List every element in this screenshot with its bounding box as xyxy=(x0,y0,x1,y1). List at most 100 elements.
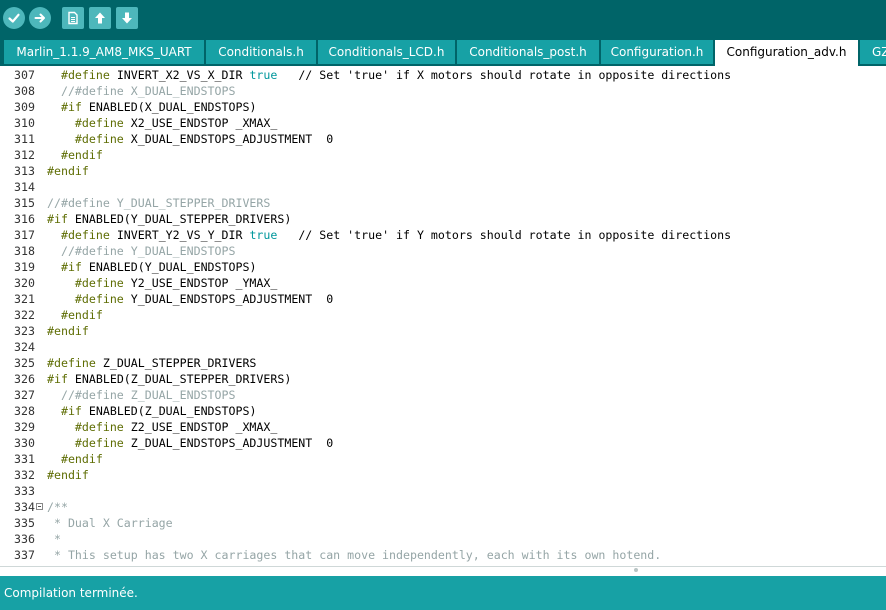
code-line[interactable]: 329 #define Z2_USE_ENDSTOP _XMAX_ xyxy=(0,419,886,435)
line-number: 311 xyxy=(14,132,35,146)
line-number: 326 xyxy=(14,372,35,386)
tab-conditionals[interactable]: Conditionals.h xyxy=(206,40,316,64)
line-number: 313 xyxy=(14,164,35,178)
line-number: 325 xyxy=(14,356,35,370)
code-text: /** xyxy=(47,500,68,514)
tab-conditionals-lcd[interactable]: Conditionals_LCD.h xyxy=(318,40,455,64)
code-line[interactable]: 320 #define Y2_USE_ENDSTOP _YMAX_ xyxy=(0,275,886,291)
line-number: 323 xyxy=(14,324,35,338)
code-line[interactable]: 314 xyxy=(0,179,886,195)
code-text: //#define Y_DUAL_STEPPER_DRIVERS xyxy=(47,196,271,210)
line-number: 309 xyxy=(14,100,35,114)
code-line[interactable]: 317 #define INVERT_Y2_VS_Y_DIR true // S… xyxy=(0,227,886,243)
code-text: #if ENABLED(Y_DUAL_ENDSTOPS) xyxy=(60,260,257,274)
upload-button[interactable] xyxy=(29,7,51,29)
code-text: #if ENABLED(Y_DUAL_STEPPER_DRIVERS) xyxy=(47,212,292,226)
line-number: 330 xyxy=(14,436,35,450)
open-button[interactable] xyxy=(89,7,111,29)
line-number: 332 xyxy=(14,468,35,482)
code-line[interactable]: 328 #if ENABLED(Z_DUAL_ENDSTOPS) xyxy=(0,403,886,419)
tab-configuration[interactable]: Configuration.h xyxy=(601,40,713,64)
verify-button[interactable] xyxy=(3,7,25,29)
code-line[interactable]: 330 #define Z_DUAL_ENDSTOPS_ADJUSTMENT 0 xyxy=(0,435,886,451)
arrow-right-icon xyxy=(34,13,45,23)
code-text: #define Z_DUAL_ENDSTOPS_ADJUSTMENT 0 xyxy=(74,436,334,450)
code-line[interactable]: 331 #endif xyxy=(0,451,886,467)
code-text: //#define Z_DUAL_ENDSTOPS xyxy=(47,388,236,402)
code-line[interactable]: 336 * xyxy=(0,531,886,547)
code-text: #endif xyxy=(47,468,89,482)
code-line[interactable]: 332 #endif xyxy=(0,467,886,483)
line-number: 336 xyxy=(14,532,35,546)
line-number: 324 xyxy=(14,340,35,354)
code-text: * xyxy=(47,532,61,546)
code-text: #endif xyxy=(47,324,89,338)
code-line[interactable]: 307 #define INVERT_X2_VS_X_DIR true // S… xyxy=(0,67,886,83)
code-line[interactable]: 337 * This setup has two X carriages tha… xyxy=(0,547,886,563)
code-line[interactable]: 334 /** xyxy=(0,499,886,515)
code-line[interactable]: 323 #endif xyxy=(0,323,886,339)
code-line[interactable]: 324 xyxy=(0,339,886,355)
line-number: 320 xyxy=(14,276,35,290)
toolbar xyxy=(0,0,886,40)
resize-grip-icon[interactable] xyxy=(634,568,638,572)
code-text: * This setup has two X carriages that ca… xyxy=(47,548,662,562)
code-line[interactable]: 322 #endif xyxy=(0,307,886,323)
console-status: Compilation terminée. xyxy=(0,576,886,610)
code-line[interactable]: 333 xyxy=(0,483,886,499)
code-line[interactable]: 335 * Dual X Carriage xyxy=(0,515,886,531)
tab-configuration-adv[interactable]: Configuration_adv.h xyxy=(715,40,858,66)
tab-conditionals-post[interactable]: Conditionals_post.h xyxy=(457,40,599,64)
code-line[interactable]: 319 #if ENABLED(Y_DUAL_ENDSTOPS) xyxy=(0,259,886,275)
line-number: 315 xyxy=(14,196,35,210)
arrow-down-icon xyxy=(122,12,132,24)
code-line[interactable]: 313 #endif xyxy=(0,163,886,179)
tab-marlin-ino[interactable]: Marlin_1.1.9_AM8_MKS_UART xyxy=(4,40,204,64)
code-text: #define X2_USE_ENDSTOP _XMAX_ xyxy=(74,116,278,130)
code-line[interactable]: 312 #endif xyxy=(0,147,886,163)
code-editor[interactable]: 307 #define INVERT_X2_VS_X_DIR true // S… xyxy=(0,66,886,566)
code-text: #endif xyxy=(60,308,103,322)
line-number: 321 xyxy=(14,292,35,306)
arrow-up-icon xyxy=(95,12,105,24)
line-number: 317 xyxy=(14,228,35,242)
file-icon xyxy=(68,11,78,25)
code-text: #define INVERT_Y2_VS_Y_DIR true // Set '… xyxy=(60,228,732,242)
code-text: //#define X_DUAL_ENDSTOPS xyxy=(47,84,236,98)
code-line[interactable]: 326 #if ENABLED(Z_DUAL_STEPPER_DRIVERS) xyxy=(0,371,886,387)
tab-overflow[interactable]: GZ xyxy=(860,40,886,64)
line-number: 329 xyxy=(14,420,35,434)
code-line[interactable]: 327 //#define Z_DUAL_ENDSTOPS xyxy=(0,387,886,403)
code-text: #define Z2_USE_ENDSTOP _XMAX_ xyxy=(74,420,278,434)
code-text: #endif xyxy=(60,148,103,162)
line-number: 319 xyxy=(14,260,35,274)
save-button[interactable] xyxy=(116,7,138,29)
code-line[interactable]: 315 //#define Y_DUAL_STEPPER_DRIVERS xyxy=(0,195,886,211)
line-number: 327 xyxy=(14,388,35,402)
code-line[interactable]: 318 //#define Y_DUAL_ENDSTOPS xyxy=(0,243,886,259)
line-number: 312 xyxy=(14,148,35,162)
code-line[interactable]: 309 #if ENABLED(X_DUAL_ENDSTOPS) xyxy=(0,99,886,115)
code-text: #endif xyxy=(60,452,103,466)
code-text: * Dual X Carriage xyxy=(47,516,173,530)
code-line[interactable]: 321 #define Y_DUAL_ENDSTOPS_ADJUSTMENT 0 xyxy=(0,291,886,307)
code-line[interactable]: 325 #define Z_DUAL_STEPPER_DRIVERS xyxy=(0,355,886,371)
code-line[interactable]: 311 #define X_DUAL_ENDSTOPS_ADJUSTMENT 0 xyxy=(0,131,886,147)
code-text: #endif xyxy=(47,164,89,178)
code-text: #define X_DUAL_ENDSTOPS_ADJUSTMENT 0 xyxy=(74,132,334,146)
line-number: 318 xyxy=(14,244,35,258)
line-number: 333 xyxy=(14,484,35,498)
new-button[interactable] xyxy=(62,7,84,29)
fold-toggle-icon[interactable] xyxy=(36,503,43,510)
line-number: 322 xyxy=(14,308,35,322)
code-text: #if ENABLED(X_DUAL_ENDSTOPS) xyxy=(60,100,257,114)
code-line[interactable]: 310 #define X2_USE_ENDSTOP _XMAX_ xyxy=(0,115,886,131)
code-line[interactable]: 308 //#define X_DUAL_ENDSTOPS xyxy=(0,83,886,99)
code-text: //#define Y_DUAL_ENDSTOPS xyxy=(47,244,236,258)
code-text: #if ENABLED(Z_DUAL_STEPPER_DRIVERS) xyxy=(47,372,292,386)
code-line[interactable]: 316 #if ENABLED(Y_DUAL_STEPPER_DRIVERS) xyxy=(0,211,886,227)
line-number: 334 xyxy=(14,500,35,514)
code-text: #define INVERT_X2_VS_X_DIR true // Set '… xyxy=(60,68,732,82)
editor-divider[interactable] xyxy=(0,566,886,573)
code-text: #define Z_DUAL_STEPPER_DRIVERS xyxy=(47,356,257,370)
